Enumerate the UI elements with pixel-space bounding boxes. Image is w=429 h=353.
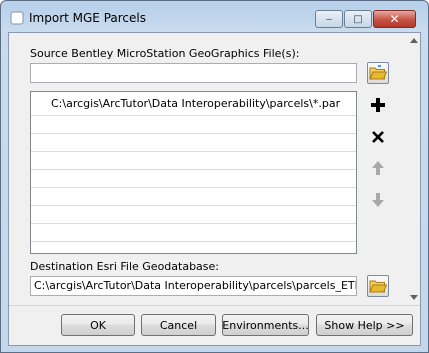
list-divider: [31, 223, 356, 224]
source-files-label: Source Bentley MicroStation GeoGraphics …: [30, 47, 300, 60]
source-files-list[interactable]: C:\arcgis\ArcTutor\Data Interoperability…: [30, 91, 357, 254]
list-divider: [31, 115, 356, 116]
open-folder-icon: [369, 280, 387, 293]
maximize-icon: □: [353, 13, 363, 25]
destination-label: Destination Esri File Geodatabase:: [30, 260, 220, 273]
maximize-button[interactable]: □: [344, 10, 372, 28]
move-down-button[interactable]: [367, 189, 389, 211]
environments-button[interactable]: Environments...: [222, 314, 309, 336]
list-divider: [31, 205, 356, 206]
dialog-body: Source Bentley MicroStation GeoGraphics …: [8, 32, 421, 346]
add-item-button[interactable]: [367, 94, 389, 116]
vertical-scrollbar[interactable]: [407, 33, 420, 305]
down-arrow-icon: [372, 193, 384, 207]
minimize-icon: ‒: [325, 13, 333, 25]
list-divider: [31, 151, 356, 152]
move-up-button[interactable]: [367, 157, 389, 179]
remove-item-button[interactable]: [367, 126, 389, 148]
close-button[interactable]: ✕: [373, 10, 416, 28]
close-icon: ✕: [389, 12, 400, 26]
window-controls: ‒ □ ✕: [315, 10, 416, 28]
x-icon: [372, 131, 384, 143]
list-item[interactable]: C:\arcgis\ArcTutor\Data Interoperability…: [31, 96, 356, 112]
button-bar-divider: [9, 305, 420, 306]
scroll-down-icon[interactable]: [410, 295, 418, 300]
plus-icon: [371, 98, 385, 112]
scroll-up-icon[interactable]: [410, 38, 418, 43]
list-divider: [31, 241, 356, 242]
minimize-button[interactable]: ‒: [315, 10, 343, 28]
up-arrow-icon: [372, 161, 384, 175]
show-help-button[interactable]: Show Help >>: [316, 314, 413, 336]
ok-button[interactable]: OK: [61, 314, 135, 336]
destination-input[interactable]: C:\arcgis\ArcTutor\Data Interoperability…: [30, 276, 357, 296]
open-folder-icon: [369, 65, 387, 80]
list-divider: [31, 187, 356, 188]
dialog-window: Import MGE Parcels ‒ □ ✕ Source Bentley …: [0, 0, 429, 353]
destination-browse-button[interactable]: [367, 275, 389, 297]
parameters-panel: Source Bentley MicroStation GeoGraphics …: [9, 33, 420, 305]
cancel-button[interactable]: Cancel: [141, 314, 216, 336]
list-divider: [31, 133, 356, 134]
list-divider: [31, 169, 356, 170]
window-title: Import MGE Parcels: [29, 11, 146, 25]
source-file-input[interactable]: [30, 63, 357, 83]
source-browse-button[interactable]: [367, 62, 389, 84]
app-icon: [10, 11, 24, 25]
